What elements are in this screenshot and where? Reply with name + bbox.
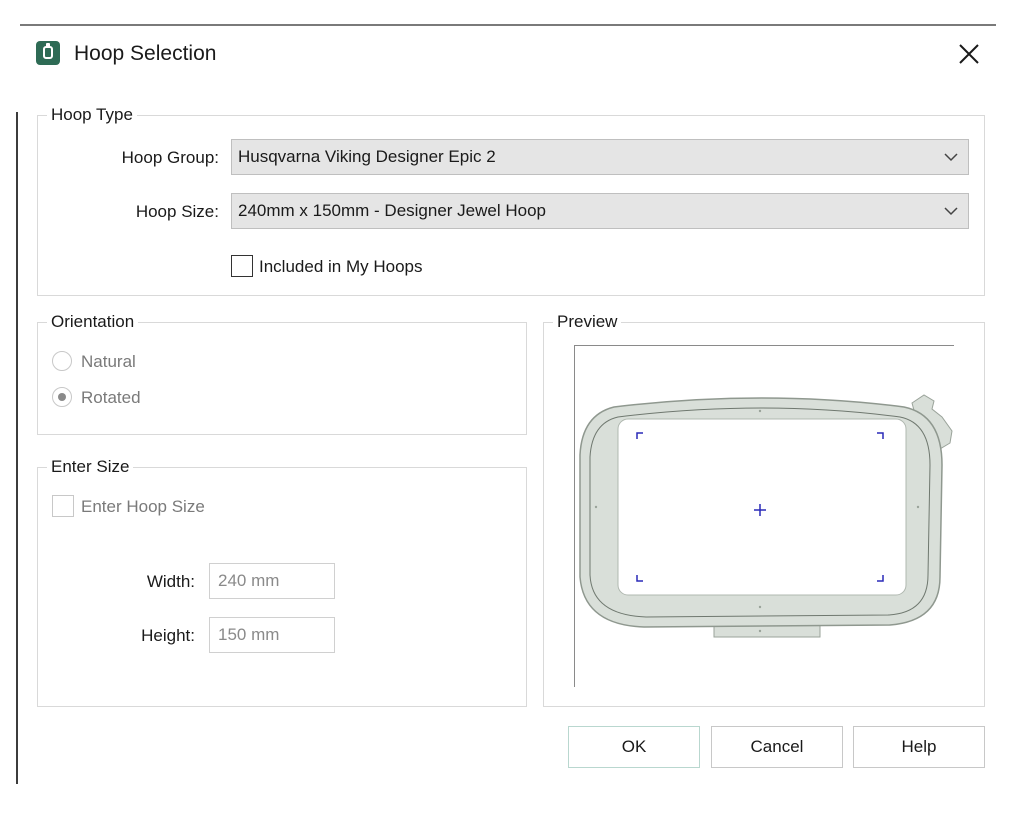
- dialog-title: Hoop Selection: [74, 42, 217, 65]
- preview-group: Preview: [543, 312, 985, 707]
- chevron-down-icon: [944, 207, 958, 216]
- height-label: Height:: [141, 626, 195, 645]
- natural-label: Natural: [81, 352, 136, 371]
- preview-legend: Preview: [553, 312, 622, 332]
- enter-hoop-size-checkbox[interactable]: [52, 495, 74, 517]
- height-input[interactable]: [209, 617, 335, 653]
- hoop-group-label: Hoop Group:: [121, 148, 219, 167]
- orientation-group: Orientation: [37, 312, 527, 435]
- background-window: [0, 0, 1014, 26]
- included-in-my-hoops-label: Included in My Hoops: [259, 257, 423, 276]
- hoop-group-value: Husqvarna Viking Designer Epic 2: [238, 147, 496, 166]
- enter-size-legend: Enter Size: [47, 457, 134, 477]
- hoop-app-icon: [36, 41, 60, 65]
- cancel-button[interactable]: Cancel: [711, 726, 843, 768]
- included-in-my-hoops-checkbox[interactable]: [231, 255, 253, 277]
- width-input[interactable]: [209, 563, 335, 599]
- hoop-size-value: 240mm x 150mm - Designer Jewel Hoop: [238, 201, 547, 220]
- chevron-down-icon: [944, 153, 958, 162]
- hoop-size-label: Hoop Size:: [135, 202, 219, 221]
- rotated-radio[interactable]: [52, 387, 72, 407]
- natural-radio[interactable]: [52, 351, 72, 371]
- hoop-size-select[interactable]: 240mm x 150mm - Designer Jewel Hoop: [231, 193, 969, 229]
- hoop-type-legend: Hoop Type: [47, 105, 137, 125]
- hoop-group-select[interactable]: Husqvarna Viking Designer Epic 2: [231, 139, 969, 175]
- enter-hoop-size-label: Enter Hoop Size: [81, 497, 205, 516]
- rotated-label: Rotated: [81, 388, 141, 407]
- background-window-edge-left: [16, 112, 18, 784]
- ok-button[interactable]: OK: [568, 726, 700, 768]
- close-icon[interactable]: [955, 40, 983, 68]
- width-label: Width:: [146, 572, 195, 591]
- hoop-selection-dialog: Hoop Selection Hoop Type Hoop Group: Hus…: [19, 26, 1013, 818]
- hoop-preview-canvas: [574, 345, 954, 687]
- help-button[interactable]: Help: [853, 726, 985, 768]
- orientation-legend: Orientation: [47, 312, 139, 332]
